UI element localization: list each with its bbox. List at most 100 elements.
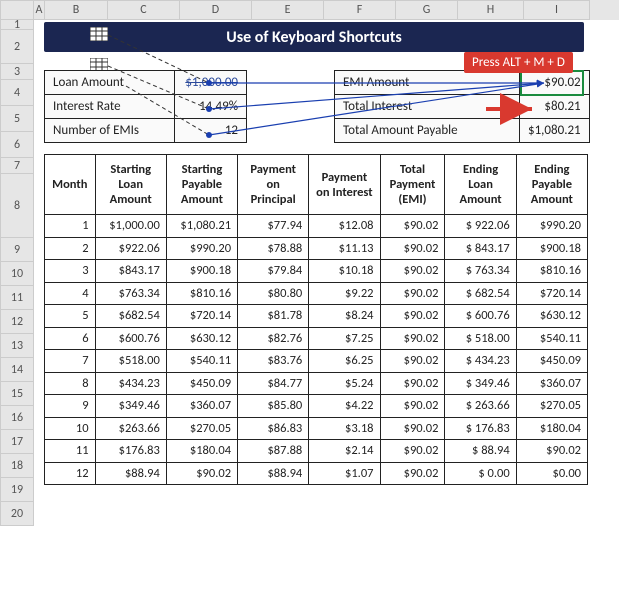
table-cell[interactable]: $90.02 [380, 305, 445, 328]
table-cell[interactable]: $90.02 [380, 372, 445, 395]
table-cell[interactable]: $ 763.34 [445, 260, 516, 283]
column-headers[interactable]: ABCDEFGHI [34, 0, 619, 20]
table-header-cell[interactable]: Ending Payable Amount [516, 155, 587, 215]
column-header[interactable]: E [252, 0, 324, 20]
column-header[interactable]: I [524, 0, 590, 20]
table-cell[interactable]: $5.24 [309, 372, 380, 395]
table-cell[interactable]: $9.22 [309, 282, 380, 305]
row-header[interactable]: 5 [0, 106, 34, 132]
table-cell[interactable]: $80.80 [238, 282, 309, 305]
emi-amount-value[interactable]: $90.02 [520, 71, 590, 95]
table-cell[interactable]: $90.02 [380, 282, 445, 305]
table-header-cell[interactable]: Total Payment (EMI) [380, 155, 445, 215]
row-header[interactable]: 11 [0, 286, 34, 310]
table-cell[interactable]: $600.76 [95, 327, 166, 350]
table-cell[interactable]: 11 [45, 440, 96, 463]
table-cell[interactable]: $1,080.21 [166, 215, 237, 238]
table-cell[interactable]: $810.16 [166, 282, 237, 305]
table-cell[interactable]: $922.06 [95, 237, 166, 260]
table-cell[interactable]: $90.02 [380, 215, 445, 238]
interest-rate-value[interactable]: 14.49% [175, 95, 247, 119]
table-cell[interactable]: $90.02 [380, 395, 445, 418]
table-cell[interactable]: $176.83 [95, 440, 166, 463]
table-cell[interactable]: $78.88 [238, 237, 309, 260]
table-cell[interactable]: $ 518.00 [445, 327, 516, 350]
table-cell[interactable]: $843.17 [95, 260, 166, 283]
table-cell[interactable]: 4 [45, 282, 96, 305]
table-cell[interactable]: $540.11 [516, 327, 587, 350]
table-cell[interactable]: 3 [45, 260, 96, 283]
table-cell[interactable]: $79.84 [238, 260, 309, 283]
row-header[interactable]: 6 [0, 132, 34, 158]
table-cell[interactable]: $90.02 [166, 462, 237, 485]
table-cell[interactable]: 2 [45, 237, 96, 260]
table-cell[interactable]: $ 349.46 [445, 372, 516, 395]
table-cell[interactable]: $90.02 [380, 327, 445, 350]
table-cell[interactable]: $990.20 [166, 237, 237, 260]
table-cell[interactable]: $720.14 [166, 305, 237, 328]
table-cell[interactable]: $11.13 [309, 237, 380, 260]
row-header[interactable]: 16 [0, 406, 34, 430]
table-cell[interactable]: $763.34 [95, 282, 166, 305]
column-header[interactable]: G [396, 0, 458, 20]
row-header[interactable]: 7 [0, 158, 34, 174]
table-cell[interactable]: $270.05 [516, 395, 587, 418]
table-cell[interactable]: $1.07 [309, 462, 380, 485]
table-cell[interactable]: $90.02 [380, 462, 445, 485]
table-cell[interactable]: $84.77 [238, 372, 309, 395]
row-header[interactable]: 12 [0, 310, 34, 334]
table-cell[interactable]: $ 682.54 [445, 282, 516, 305]
table-cell[interactable]: $ 0.00 [445, 462, 516, 485]
table-cell[interactable]: $88.94 [95, 462, 166, 485]
table-header-cell[interactable]: Ending Loan Amount [445, 155, 516, 215]
row-header[interactable]: 14 [0, 358, 34, 382]
table-cell[interactable]: $360.07 [516, 372, 587, 395]
row-header[interactable]: 1 [0, 20, 34, 30]
table-cell[interactable]: $83.76 [238, 350, 309, 373]
table-cell[interactable]: $77.94 [238, 215, 309, 238]
table-header-cell[interactable]: Payment on Principal [238, 155, 309, 215]
row-header[interactable]: 9 [0, 238, 34, 262]
table-cell[interactable]: $450.09 [166, 372, 237, 395]
table-cell[interactable]: $12.08 [309, 215, 380, 238]
table-cell[interactable]: 8 [45, 372, 96, 395]
column-header[interactable]: D [180, 0, 252, 20]
table-cell[interactable]: 5 [45, 305, 96, 328]
table-cell[interactable]: $720.14 [516, 282, 587, 305]
table-header-cell[interactable]: Month [45, 155, 96, 215]
table-cell[interactable]: $ 176.83 [445, 417, 516, 440]
table-cell[interactable]: $349.46 [95, 395, 166, 418]
column-header[interactable]: A [34, 0, 45, 20]
table-cell[interactable]: $900.18 [516, 237, 587, 260]
table-cell[interactable]: 12 [45, 462, 96, 485]
column-header[interactable]: C [108, 0, 180, 20]
table-cell[interactable]: $82.76 [238, 327, 309, 350]
row-header[interactable]: 15 [0, 382, 34, 406]
row-header[interactable]: 17 [0, 430, 34, 454]
table-cell[interactable]: $8.24 [309, 305, 380, 328]
table-cell[interactable]: $86.83 [238, 417, 309, 440]
table-cell[interactable]: $518.00 [95, 350, 166, 373]
table-cell[interactable]: $4.22 [309, 395, 380, 418]
table-cell[interactable]: $180.04 [516, 417, 587, 440]
table-cell[interactable]: $434.23 [95, 372, 166, 395]
total-interest-value[interactable]: $80.21 [520, 95, 590, 119]
table-cell[interactable]: $3.18 [309, 417, 380, 440]
table-header-cell[interactable]: Starting Loan Amount [95, 155, 166, 215]
column-header[interactable]: B [45, 0, 108, 20]
row-header[interactable]: 18 [0, 454, 34, 478]
table-cell[interactable]: $682.54 [95, 305, 166, 328]
table-cell[interactable]: $87.88 [238, 440, 309, 463]
table-cell[interactable]: $ 434.23 [445, 350, 516, 373]
table-cell[interactable]: $810.16 [516, 260, 587, 283]
table-cell[interactable]: $88.94 [238, 462, 309, 485]
loan-amount-value[interactable]: $1,000.00 [175, 71, 247, 95]
row-header[interactable]: 20 [0, 502, 34, 526]
table-cell[interactable]: $990.20 [516, 215, 587, 238]
table-cell[interactable]: $540.11 [166, 350, 237, 373]
table-cell[interactable]: $90.02 [380, 260, 445, 283]
table-cell[interactable]: $10.18 [309, 260, 380, 283]
total-payable-value[interactable]: $1,080.21 [520, 119, 590, 143]
row-header[interactable]: 4 [0, 80, 34, 106]
table-cell[interactable]: $90.02 [380, 440, 445, 463]
